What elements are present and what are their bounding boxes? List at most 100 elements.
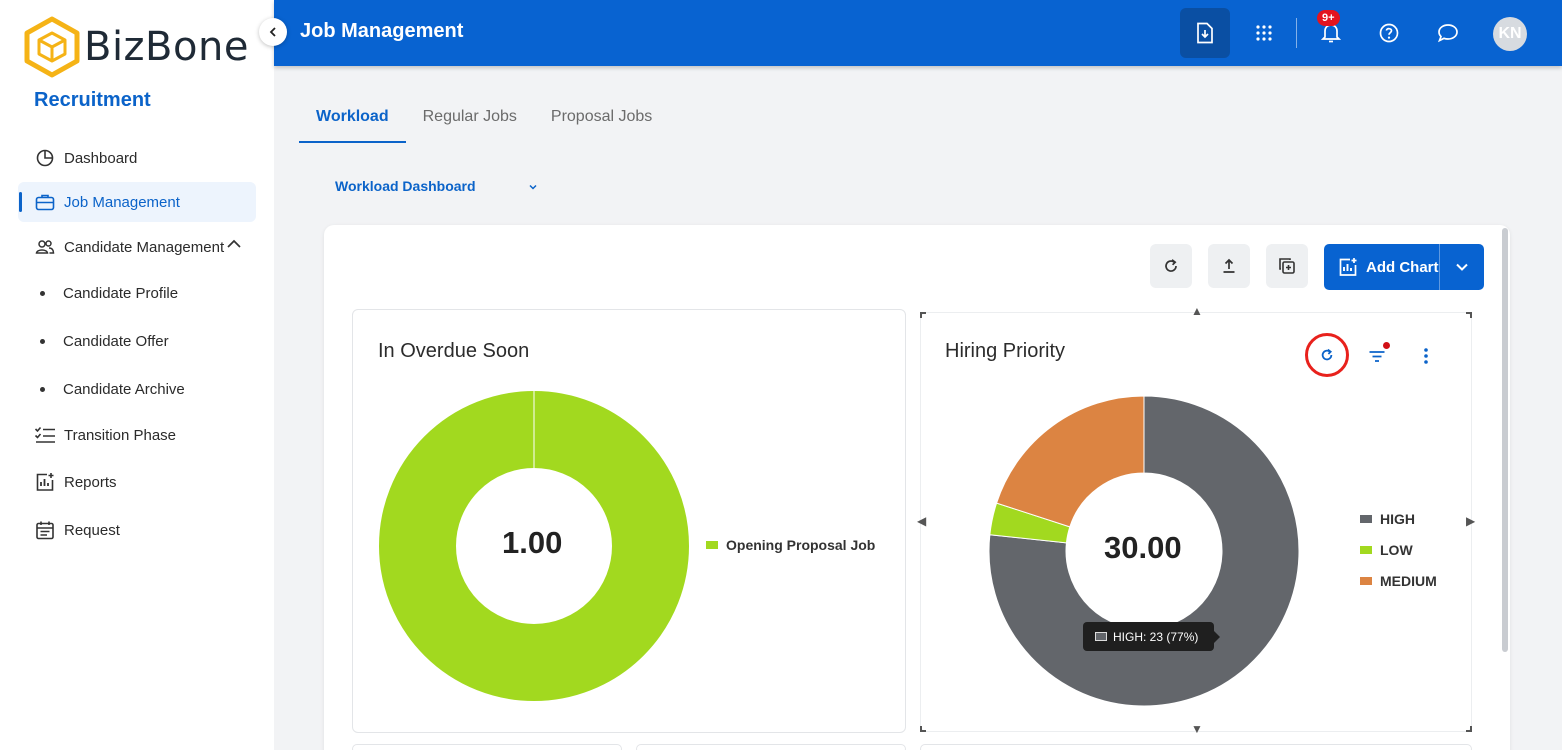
chart-title: In Overdue Soon [378, 340, 530, 362]
legend-item-opening-proposal-job[interactable]: Opening Proposal Job [706, 537, 875, 553]
add-chart-dropdown-button[interactable] [1440, 244, 1484, 290]
add-chart-button[interactable]: Add Chart [1324, 244, 1484, 290]
report-chart-icon [34, 471, 56, 493]
resize-up-icon[interactable]: ▲ [1191, 304, 1203, 318]
resize-handle[interactable] [920, 726, 926, 732]
resize-right-icon[interactable]: ▶ [1466, 514, 1475, 528]
panel-scrollbar[interactable] [1502, 228, 1508, 652]
bullet-icon [40, 338, 45, 344]
collapse-sidebar-button[interactable] [259, 18, 287, 46]
sidebar-item-label: Reports [64, 473, 117, 491]
upload-icon [1223, 258, 1235, 273]
legend-swatch [706, 541, 718, 549]
sidebar-subitem-candidate-profile[interactable]: Candidate Profile [40, 279, 178, 307]
legend-label: HIGH [1380, 511, 1415, 527]
copy-add-icon [1279, 258, 1295, 274]
donut-center-value: 1.00 [502, 525, 563, 560]
legend-item-low[interactable]: LOW [1360, 542, 1413, 558]
dashboard-select[interactable]: Workload Dashboard [335, 178, 538, 194]
user-avatar[interactable]: KN [1493, 17, 1527, 51]
resize-handle[interactable] [1466, 312, 1472, 318]
help-button[interactable] [1366, 10, 1412, 56]
chevron-left-icon [269, 27, 276, 37]
filter-chart-button[interactable] [1365, 342, 1390, 368]
duplicate-dashboard-button[interactable] [1266, 244, 1308, 288]
sidebar-item-request[interactable]: Request [18, 510, 256, 550]
tab-regular-jobs[interactable]: Regular Jobs [406, 96, 534, 143]
help-circle-icon [1379, 23, 1399, 43]
legend-swatch [1360, 546, 1372, 554]
tooltip-text: HIGH: 23 (77%) [1113, 629, 1199, 644]
resize-down-icon[interactable]: ▼ [1191, 722, 1203, 736]
chevron-down-icon [528, 178, 538, 194]
sidebar-item-transition-phase[interactable]: Transition Phase [18, 415, 256, 455]
sidebar-item-dashboard[interactable]: Dashboard [18, 138, 256, 178]
sidebar-item-job-management[interactable]: Job Management [18, 182, 256, 222]
checklist-icon [34, 424, 56, 446]
download-document-button[interactable] [1180, 8, 1230, 58]
refresh-dashboard-button[interactable] [1150, 244, 1192, 288]
legend-swatch [1360, 577, 1372, 585]
resize-handle[interactable] [1466, 726, 1472, 732]
add-chart-label: Add Chart [1366, 258, 1439, 276]
bullet-icon [40, 290, 45, 296]
chat-bubble-icon [1437, 24, 1458, 43]
add-chart-main[interactable]: Add Chart [1324, 244, 1439, 290]
apps-button[interactable] [1241, 10, 1287, 56]
legend-item-high[interactable]: HIGH [1360, 511, 1415, 527]
sidebar-item-label: Candidate Profile [63, 284, 179, 302]
resize-left-icon[interactable]: ◀ [917, 514, 926, 528]
sidebar-subitem-candidate-archive[interactable]: Candidate Archive [40, 375, 185, 403]
legend-swatch [1360, 515, 1372, 523]
chart-title: Hiring Priority [945, 340, 1066, 362]
apps-grid-icon [1256, 25, 1272, 41]
page-title: Job Management [300, 20, 464, 42]
filter-icon [1369, 351, 1385, 362]
refresh-icon [1321, 348, 1333, 361]
refresh-icon [1165, 259, 1177, 272]
resize-handle[interactable] [920, 312, 926, 318]
dashboard-select-value: Workload Dashboard [335, 178, 476, 194]
briefcase-icon [34, 191, 56, 213]
module-title: Recruitment [34, 89, 151, 111]
chat-button[interactable] [1425, 10, 1471, 56]
bizbone-cube-icon [24, 16, 80, 78]
file-download-icon [1197, 22, 1213, 44]
chart-card-partial[interactable] [920, 744, 1472, 750]
sidebar-item-label: Candidate Archive [63, 380, 185, 398]
legend-label: Opening Proposal Job [726, 537, 876, 553]
chart-tooltip: HIGH: 23 (77%) [1083, 622, 1220, 651]
brand-logo[interactable]: BizBone [24, 16, 249, 78]
legend-label: MEDIUM [1380, 573, 1437, 589]
sidebar-subitem-candidate-offer[interactable]: Candidate Offer [40, 327, 169, 355]
calendar-list-icon [34, 519, 56, 541]
sidebar-item-label: Candidate Offer [63, 332, 169, 350]
bullet-icon [40, 386, 45, 392]
tab-proposal-jobs[interactable]: Proposal Jobs [534, 96, 669, 143]
donut-slice-medium[interactable] [995, 396, 1145, 528]
pie-chart-icon [34, 147, 56, 169]
sidebar-item-label: Transition Phase [64, 426, 177, 444]
refresh-chart-button[interactable] [1305, 333, 1349, 377]
chart-card-partial[interactable] [636, 744, 906, 750]
sidebar-item-label: Dashboard [64, 149, 138, 167]
header-divider [1296, 18, 1297, 48]
chart-card-partial[interactable] [352, 744, 622, 750]
chevron-up-icon[interactable] [226, 237, 242, 254]
people-icon [34, 236, 56, 258]
top-bar: Job Management 9+ KN [274, 0, 1562, 66]
sidebar-item-label: Job Management [64, 193, 180, 211]
chevron-down-icon [1456, 263, 1468, 271]
sidebar-item-reports[interactable]: Reports [18, 462, 256, 502]
notification-badge: 9+ [1317, 10, 1340, 26]
export-dashboard-button[interactable] [1208, 244, 1250, 288]
more-vertical-icon [1424, 348, 1428, 364]
donut-center-value: 30.00 [1104, 530, 1182, 565]
add-chart-icon [1338, 257, 1358, 277]
legend-label: LOW [1380, 542, 1413, 558]
tab-workload[interactable]: Workload [299, 96, 406, 143]
chart-more-menu-button[interactable] [1418, 344, 1434, 368]
legend-item-medium[interactable]: MEDIUM [1360, 573, 1437, 589]
tab-bar: Workload Regular Jobs Proposal Jobs [299, 96, 669, 143]
sidebar-item-candidate-management[interactable]: Candidate Management [18, 227, 256, 267]
